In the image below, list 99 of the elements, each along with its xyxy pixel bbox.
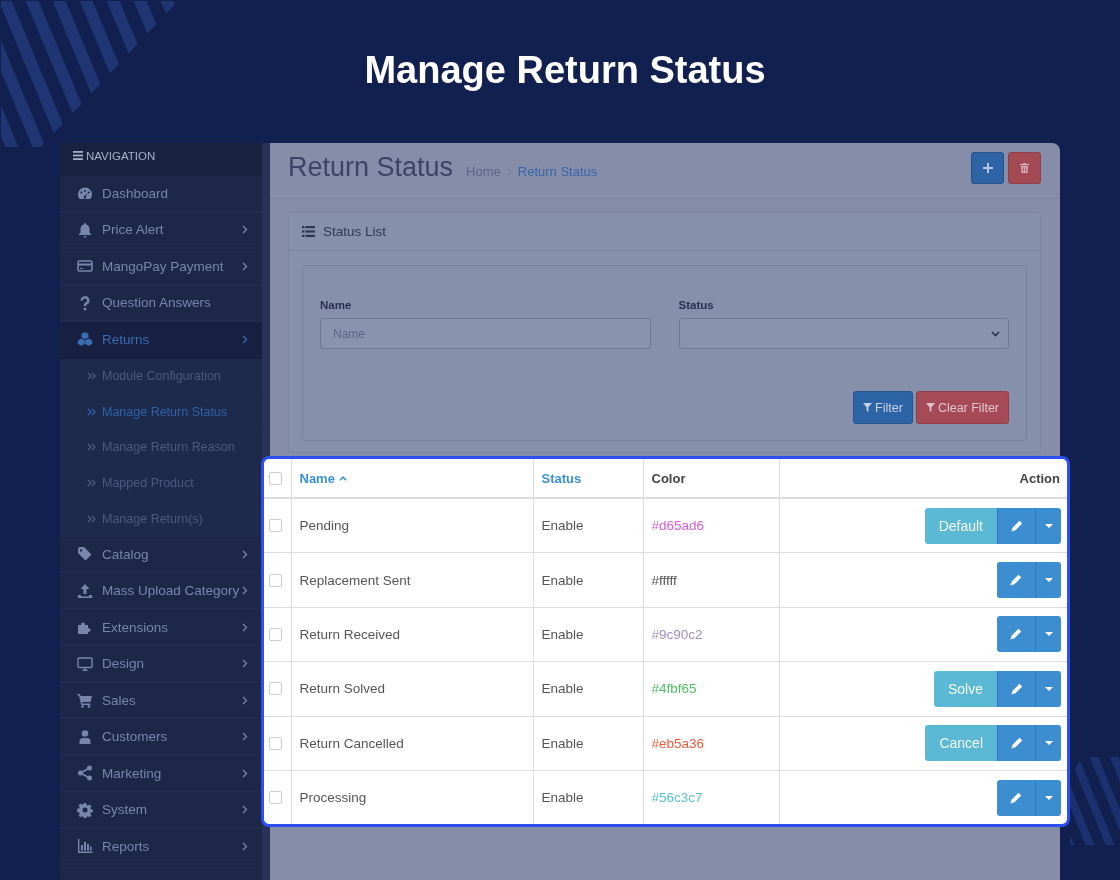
caret-down-icon [1044, 795, 1053, 800]
pencil-icon [1010, 519, 1023, 532]
table-cell: Pending [299, 518, 350, 534]
edit-button[interactable] [997, 725, 1035, 762]
funnel-icon [863, 403, 873, 412]
bar-chart-icon [77, 838, 93, 855]
pencil-icon [1010, 791, 1022, 804]
navigation-heading: NAVIGATION [86, 149, 156, 163]
pencil-icon [1010, 574, 1022, 587]
edit-button[interactable] [997, 507, 1035, 544]
gear-icon [77, 801, 93, 818]
table-cell: Enable [541, 790, 584, 806]
delete-button[interactable] [1008, 152, 1041, 184]
breadcrumb-separator-icon [506, 167, 512, 176]
column-header: Color [651, 470, 686, 486]
funnel-icon [925, 403, 935, 412]
user-icon [77, 728, 93, 745]
pencil-icon [1010, 628, 1022, 641]
table-cell: Enable [541, 518, 584, 534]
sidebar-subitem[interactable]: Manage Return Status [60, 394, 262, 430]
dropdown-toggle-button[interactable] [1035, 779, 1061, 816]
sidebar-item[interactable]: MangoPay Payment [60, 249, 262, 286]
edit-button[interactable] [997, 562, 1035, 599]
table-cell: Return Received [299, 626, 401, 642]
panel-title: Status List [323, 224, 387, 239]
status-action-button[interactable]: Default [924, 507, 997, 544]
edit-button[interactable] [997, 779, 1035, 816]
table-cell: Enable [541, 735, 584, 751]
row-checkbox[interactable] [269, 627, 282, 641]
column-header[interactable]: Status [541, 470, 582, 486]
caret-down-icon [1044, 632, 1053, 637]
row-checkbox[interactable] [269, 682, 282, 696]
page-headline: Manage Return Status [364, 48, 766, 92]
edit-button[interactable] [997, 670, 1035, 707]
field-label: Name [320, 299, 352, 312]
dropdown-toggle-button[interactable] [1035, 507, 1061, 544]
page-title: Return Status [288, 152, 454, 182]
plus-icon [982, 163, 993, 173]
upload-icon [77, 582, 93, 599]
row-checkbox[interactable] [269, 519, 282, 533]
edit-button[interactable] [997, 616, 1035, 653]
bell-icon [77, 221, 93, 238]
caret-down-icon [991, 330, 1000, 337]
pencil-icon [1010, 737, 1023, 750]
cubes-icon [77, 331, 93, 348]
color-code: #4fbf65 [651, 681, 697, 697]
color-code: #9c90c2 [651, 626, 703, 642]
row-checkbox[interactable] [269, 791, 282, 805]
caret-down-icon [1044, 578, 1053, 583]
double-chevron-icon [87, 371, 96, 380]
caret-down-icon [1044, 686, 1053, 691]
pencil-icon [1010, 682, 1023, 695]
table-cell: Enable [541, 681, 584, 697]
credit-card-icon [77, 258, 93, 275]
dropdown-toggle-button[interactable] [1035, 562, 1061, 599]
list-icon [302, 226, 315, 237]
status-action-button[interactable]: Cancel [925, 725, 997, 762]
caret-down-icon [1044, 741, 1053, 746]
field-label: Status [678, 299, 714, 312]
double-chevron-icon [87, 443, 96, 452]
status-action-button[interactable]: Solve [933, 670, 997, 707]
color-code: #d65ad6 [651, 518, 705, 534]
share-icon [77, 765, 93, 782]
row-checkbox[interactable] [269, 736, 282, 750]
table-cell: Return Cancelled [299, 735, 404, 751]
filter-button[interactable]: Clear Filter [915, 391, 1009, 424]
sidebar-item[interactable]: Dashboard [60, 176, 262, 213]
caret-down-icon [1044, 523, 1053, 528]
trash-icon [1020, 163, 1029, 173]
row-checkbox[interactable] [269, 573, 282, 587]
gauge-icon [77, 185, 93, 202]
sidebar-item[interactable]: Returns [60, 322, 262, 359]
color-code: #56c3c7 [651, 790, 703, 806]
double-chevron-icon [87, 407, 96, 416]
dropdown-toggle-button[interactable] [1035, 616, 1061, 653]
color-code: #fffff [651, 572, 677, 588]
dropdown-toggle-button[interactable] [1035, 725, 1061, 762]
double-chevron-icon [87, 478, 96, 487]
sort-ascending-icon [338, 475, 347, 481]
filter-button[interactable]: Filter [853, 391, 913, 424]
column-header: Action [1019, 470, 1060, 486]
select-all-checkbox[interactable] [269, 471, 282, 485]
table-cell: Return Solved [299, 681, 386, 697]
select-field[interactable] [678, 318, 1009, 349]
table-cell: Replacement Sent [299, 572, 411, 588]
monitor-icon [77, 655, 93, 672]
double-chevron-icon [87, 514, 96, 523]
table-cell: Enable [541, 626, 584, 642]
sidebar-item[interactable]: Reports [60, 828, 262, 866]
sidebar-item[interactable]: Price Alert [60, 212, 262, 249]
column-header[interactable]: Name [299, 470, 347, 486]
add-button[interactable] [971, 152, 1004, 184]
tags-icon [77, 546, 93, 563]
dropdown-toggle-button[interactable] [1035, 670, 1061, 707]
menu-icon [73, 151, 83, 160]
table-cell: Enable [541, 572, 584, 588]
cart-icon [77, 692, 93, 709]
table-cell: Processing [299, 790, 367, 806]
color-code: #eb5a36 [651, 735, 705, 751]
